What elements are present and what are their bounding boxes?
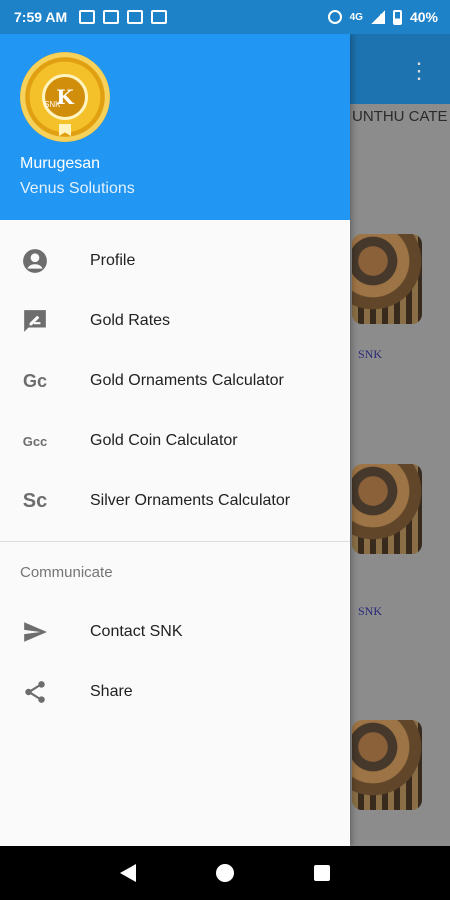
notification-icon [127,10,144,24]
battery-icon [392,9,402,25]
app-logo: K SNK [20,52,110,142]
account-circle-icon [20,246,50,276]
menu-item-label: Share [90,683,133,700]
menu-item-gold-rates[interactable]: Gold Rates [0,291,350,351]
menu-item-label: Silver Ornaments Calculator [90,492,291,509]
network-type: 4G [349,11,363,23]
menu-item-share[interactable]: Share [0,662,350,722]
notification-icons [79,10,168,24]
drawer-header: K SNK Murugesan Venus Solutions [0,34,350,220]
company-name: Venus Solutions [20,180,135,197]
product-image[interactable] [352,234,422,324]
dnd-icon [327,10,342,24]
back-icon[interactable] [120,864,136,882]
sc-text-icon: Sc [22,489,48,512]
menu-item-gold-coin-calculator[interactable]: Gcc Gold Coin Calculator [0,411,350,471]
gcc-text-icon: Gcc [22,433,48,449]
menu-item-contact-snk[interactable]: Contact SNK [0,602,350,662]
logo-small-text: SNK [44,100,61,109]
system-icons: 4G 40% [327,9,438,25]
notification-icon [151,10,168,24]
menu-item-silver-ornaments-calculator[interactable]: Sc Silver Ornaments Calculator [0,471,350,531]
menu-item-gold-ornaments-calculator[interactable]: Gc Gold Ornaments Calculator [0,351,350,411]
notification-icon [103,10,120,24]
category-title: UNTHU CATE [352,108,448,125]
divider [0,541,350,542]
menu-item-label: Gold Ornaments Calculator [90,372,284,389]
product-brand: SNK [358,347,383,361]
menu-item-label: Gold Rates [90,312,171,329]
gc-text-icon: Gc [22,370,47,391]
home-icon[interactable] [216,864,234,882]
battery-level: 40% [409,9,438,25]
product-image[interactable] [352,720,422,810]
menu-item-label: Contact SNK [90,623,183,640]
navigation-drawer: K SNK Murugesan Venus Solutions Profile … [0,34,350,846]
menu-item-label: Gold Coin Calculator [90,432,238,449]
send-icon [20,617,50,647]
section-title: Communicate [20,564,113,581]
menu-item-label: Profile [90,252,136,269]
menu-item-profile[interactable]: Profile [0,231,350,291]
logo-ribbon [59,124,71,136]
rate-review-icon [20,306,50,336]
share-icon [20,677,50,707]
product-image[interactable] [352,464,422,554]
user-name: Murugesan [20,155,101,172]
signal-icon [370,10,385,24]
status-time: 7:59 AM [14,9,68,25]
logo-monogram: K [42,74,88,120]
product-brand: SNK [358,604,383,618]
system-navigation-bar [0,846,450,900]
recent-apps-icon[interactable] [314,865,330,881]
status-bar: 7:59 AM 4G 40% [0,0,450,34]
notification-icon [79,10,96,24]
overflow-menu-icon[interactable]: ⋮ [408,58,430,84]
